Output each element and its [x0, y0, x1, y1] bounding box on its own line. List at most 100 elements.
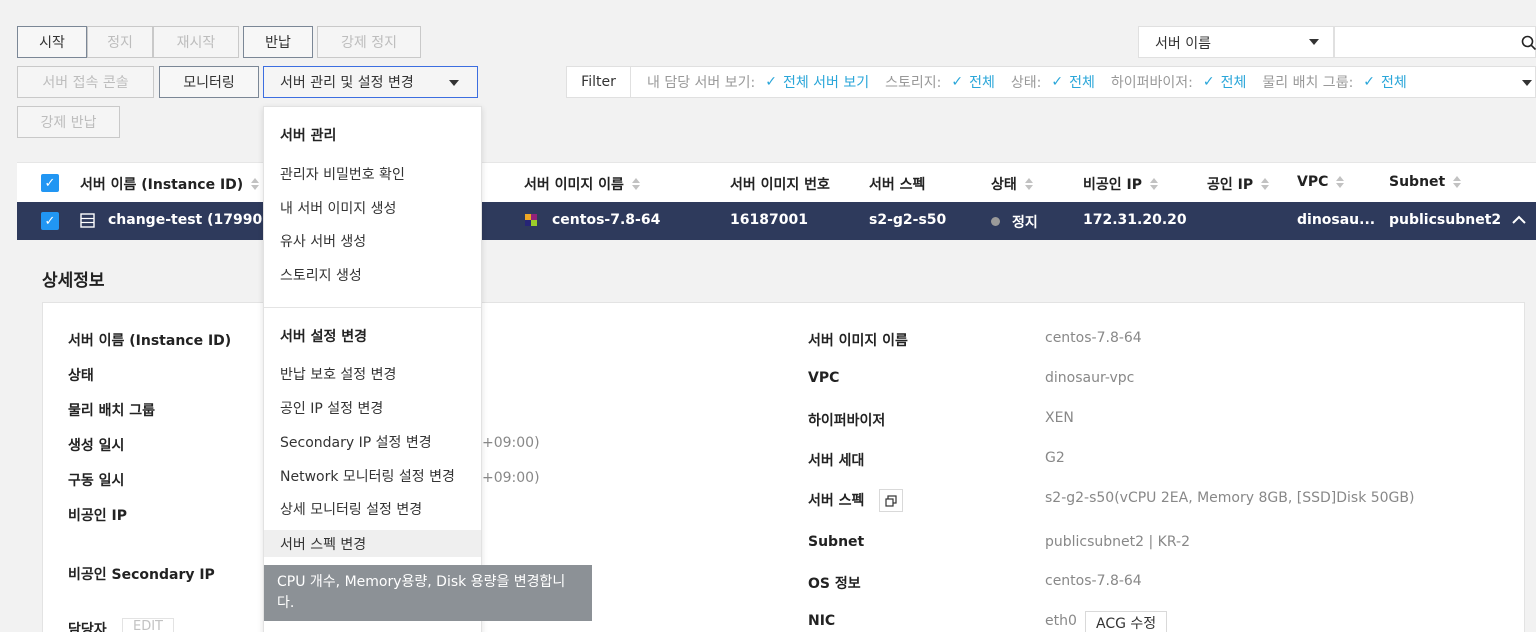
force-stop-button[interactable]: 강제 정지 — [317, 26, 421, 58]
caret-down-icon — [449, 80, 459, 86]
check-icon: ✓ — [1202, 74, 1215, 90]
detail-value-spec: s2-g2-s50(vCPU 2EA, Memory 8GB, [SSD]Dis… — [1045, 490, 1415, 506]
check-icon: ✓ — [951, 74, 964, 90]
force-return-button[interactable]: 강제 반납 — [17, 106, 120, 138]
table-row[interactable]: ✓ change-test (17990972 centos-7.8-64 16… — [17, 202, 1536, 240]
detail-label-image-name: 서버 이미지 이름 — [808, 333, 908, 349]
menu-item-public-ip-settings[interactable]: 공인 IP 설정 변경 — [264, 394, 481, 421]
menu-item-detail-monitoring[interactable]: 상세 모니터링 설정 변경 — [264, 495, 481, 522]
table-header: ✓ 서버 이름 (Instance ID) 서버 이미지 이름 서버 이미지 번… — [17, 162, 1536, 202]
detail-value-os: centos-7.8-64 — [1045, 573, 1142, 589]
filter-item-storage[interactable]: 스토리지: ✓ 전체 — [885, 72, 995, 92]
filter-bar: Filter 내 담당 서버 보기: ✓ 전체 서버 보기 스토리지: ✓ 전체 상태:… — [566, 66, 1536, 98]
search-field-select[interactable]: 서버 이름 — [1138, 26, 1334, 58]
col-server-name[interactable]: 서버 이름 (Instance ID) — [80, 174, 260, 194]
menu-item-network-monitoring[interactable]: Network 모니터링 설정 변경 — [264, 462, 481, 489]
detail-value-nic: eth0 — [1045, 613, 1077, 629]
detail-value-hypervisor: XEN — [1045, 410, 1074, 426]
detail-value-vpc: dinosaur-vpc — [1045, 370, 1135, 386]
menu-divider — [264, 307, 481, 308]
filter-item-my-servers[interactable]: 내 담당 서버 보기: ✓ 전체 서버 보기 — [647, 72, 869, 92]
detail-title: 상세정보 — [42, 271, 105, 291]
sort-icon — [251, 178, 260, 190]
row-vpc: dinosau... — [1297, 212, 1376, 228]
start-button[interactable]: 시작 — [17, 26, 87, 58]
filter-item-status[interactable]: 상태: ✓ 전체 — [1011, 72, 1095, 92]
detail-value-generation: G2 — [1045, 450, 1065, 466]
sort-icon — [631, 178, 640, 190]
col-private-ip[interactable]: 비공인 IP — [1083, 174, 1158, 194]
detail-value-subnet: publicsubnet2 | KR-2 — [1045, 534, 1190, 550]
row-image-number: 16187001 — [730, 212, 808, 228]
check-icon: ✓ — [1363, 74, 1376, 90]
detail-value-image-name: centos-7.8-64 — [1045, 330, 1142, 346]
sort-icon — [1336, 176, 1345, 188]
detail-label-server-name: 서버 이름 (Instance ID) — [68, 333, 232, 349]
detail-label-subnet: Subnet — [808, 534, 865, 550]
stop-button[interactable]: 정지 — [87, 26, 153, 58]
col-spec: 서버 스펙 — [869, 177, 926, 193]
manage-dropdown-menu: 서버 관리 관리자 비밀번호 확인 내 서버 이미지 생성 유사 서버 생성 스… — [263, 106, 482, 632]
detail-value-started: +09:00) — [482, 470, 540, 486]
acg-edit-button[interactable]: ACG 수정 — [1085, 611, 1168, 632]
menu-item-create-similar-server[interactable]: 유사 서버 생성 — [264, 227, 481, 254]
restart-button[interactable]: 재시작 — [153, 26, 239, 58]
menu-item-change-server-spec[interactable]: 서버 스펙 변경 — [264, 530, 481, 557]
col-public-ip[interactable]: 공인 IP — [1207, 174, 1270, 194]
filter-item-hypervisor[interactable]: 하이퍼바이저: ✓ 전체 — [1111, 72, 1247, 92]
sort-icon — [1261, 178, 1270, 190]
detail-label-private-ip: 비공인 IP — [68, 508, 127, 524]
col-subnet[interactable]: Subnet — [1389, 174, 1462, 190]
detail-label-secondary-ip: 비공인 Secondary IP — [68, 567, 215, 583]
detail-label-placement-group: 물리 배치 그룹 — [68, 403, 156, 419]
detail-label-hypervisor: 하이퍼바이저 — [808, 413, 886, 429]
centos-logo-icon — [525, 214, 537, 226]
filter-expand-icon[interactable] — [1522, 80, 1532, 86]
tooltip: CPU 개수, Memory용량, Disk 용량을 변경합니다. — [264, 565, 592, 621]
row-subnet: publicsubnet2 — [1389, 212, 1502, 228]
copy-icon — [885, 495, 897, 507]
check-icon: ✓ — [765, 74, 777, 90]
select-all-checkbox[interactable]: ✓ — [41, 174, 59, 192]
status-dot-icon — [991, 217, 1000, 226]
filter-item-placement-group[interactable]: 물리 배치 그룹: ✓ 전체 — [1262, 72, 1406, 92]
check-icon: ✓ — [1051, 74, 1064, 90]
detail-label-spec: 서버 스펙 — [808, 493, 865, 509]
spec-copy-button[interactable] — [879, 489, 903, 512]
edit-owner-button[interactable]: EDIT — [122, 618, 174, 632]
filter-button[interactable]: Filter — [567, 67, 631, 97]
menu-item-check-admin-password[interactable]: 관리자 비밀번호 확인 — [264, 160, 481, 187]
col-vpc[interactable]: VPC — [1297, 174, 1345, 190]
col-image-number: 서버 이미지 번호 — [730, 177, 830, 193]
menu-item-create-server-image[interactable]: 내 서버 이미지 생성 — [264, 194, 481, 221]
search-icon[interactable] — [1521, 35, 1536, 51]
menu-item-return-protection[interactable]: 반납 보호 설정 변경 — [264, 360, 481, 387]
monitoring-button[interactable]: 모니터링 — [159, 66, 259, 98]
col-status[interactable]: 상태 — [991, 174, 1033, 194]
chevron-up-icon[interactable] — [1512, 215, 1526, 225]
console-button[interactable]: 서버 접속 콘솔 — [17, 66, 154, 98]
detail-label-started: 구동 일시 — [68, 473, 125, 489]
menu-item-secondary-ip-settings[interactable]: Secondary IP 설정 변경 — [264, 428, 481, 455]
detail-value-created: +09:00) — [482, 435, 540, 451]
menu-section-server-manage: 서버 관리 — [280, 128, 337, 144]
row-private-ip: 172.31.20.20 — [1083, 212, 1187, 228]
manage-dropdown-button[interactable]: 서버 관리 및 설정 변경 — [263, 66, 478, 98]
return-button[interactable]: 반납 — [243, 26, 313, 58]
sort-icon — [1149, 178, 1158, 190]
caret-down-icon — [1309, 39, 1319, 45]
sort-icon — [1024, 178, 1033, 190]
col-image-name[interactable]: 서버 이미지 이름 — [524, 174, 640, 194]
row-status: 정지 — [1012, 215, 1038, 231]
row-checkbox[interactable]: ✓ — [41, 212, 59, 230]
menu-item-create-storage[interactable]: 스토리지 생성 — [264, 261, 481, 288]
row-image-name: centos-7.8-64 — [552, 212, 661, 228]
search-input[interactable] — [1334, 26, 1536, 58]
detail-label-owner: 담당자 — [68, 622, 107, 632]
detail-label-status: 상태 — [68, 368, 94, 384]
detail-label-os: OS 정보 — [808, 576, 861, 592]
detail-label-vpc: VPC — [808, 370, 840, 386]
detail-label-nic: NIC — [808, 613, 836, 629]
menu-section-server-settings: 서버 설정 변경 — [280, 329, 368, 345]
manage-dropdown-label: 서버 관리 및 설정 변경 — [280, 75, 414, 91]
